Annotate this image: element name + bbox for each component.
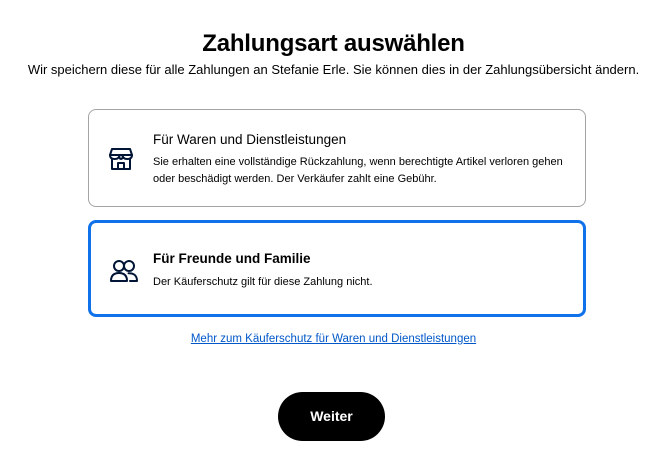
people-icon: [109, 257, 138, 285]
storefront-icon: [107, 145, 135, 173]
option-goods-and-services[interactable]: Für Waren und Dienstleistungen Sie erhal…: [88, 109, 586, 207]
learn-more-link[interactable]: Mehr zum Käuferschutz für Waren und Dien…: [0, 331, 667, 347]
option-goods-title: Für Waren und Dienstleistungen: [153, 132, 347, 147]
continue-button[interactable]: Weiter: [278, 392, 385, 441]
option-friends-description: Der Käuferschutz gilt für diese Zahlung …: [153, 276, 373, 288]
page-title: Zahlungsart auswählen: [202, 30, 465, 57]
option-goods-description: Sie erhalten eine vollständige Rückzahlu…: [153, 156, 563, 185]
option-friends-title: Für Freunde und Familie: [153, 251, 311, 266]
option-friends-and-family[interactable]: Für Freunde und Familie Der Käuferschutz…: [88, 220, 586, 317]
payment-type-page: Zahlungsart auswählen Wir speichern dies…: [0, 0, 667, 452]
page-subtitle: Wir speichern diese für alle Zahlungen a…: [27, 62, 640, 77]
